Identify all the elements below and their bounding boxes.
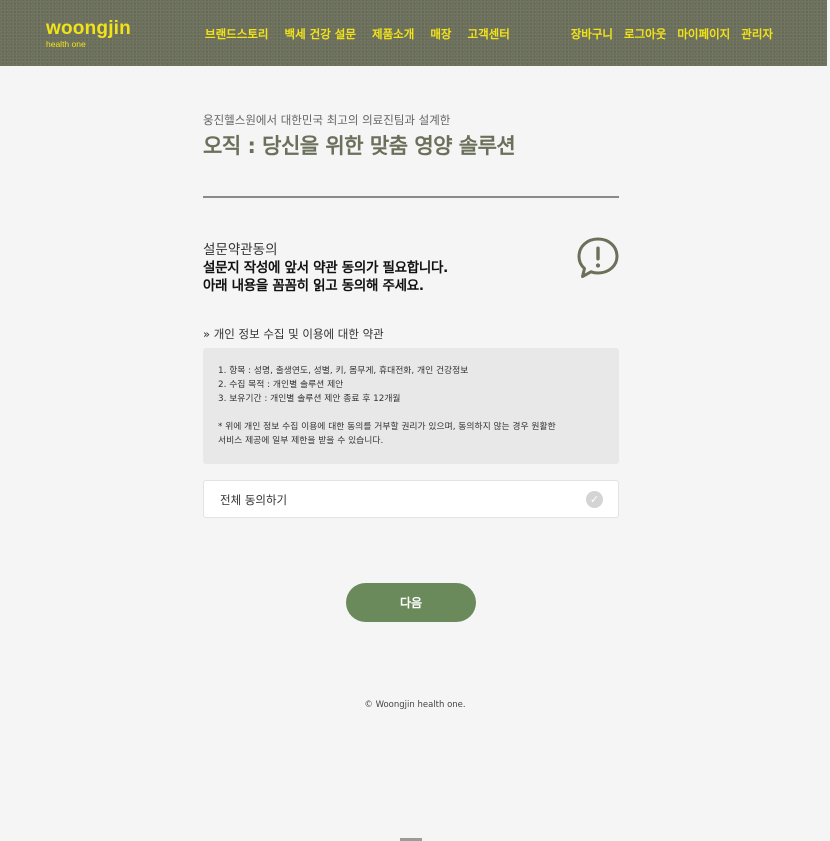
hero-eyebrow: 웅진헬스원에서 대한민국 최고의 의료진팀과 설계한	[203, 113, 451, 127]
check-circle-icon[interactable]: ✓	[586, 491, 603, 508]
nav-cart[interactable]: 장바구니	[571, 26, 613, 42]
terms-note: * 위에 개인 정보 수집 이용에 대한 동의를 거부할 권리가 있으며, 동의…	[218, 422, 556, 432]
logo-wordmark: woongjin	[46, 18, 131, 39]
nav-mypage[interactable]: 마이페이지	[677, 26, 730, 42]
user-nav: 장바구니 로그아웃 마이페이지 관리자	[560, 26, 773, 42]
terms-item: 1. 항목 : 성명, 출생연도, 성별, 키, 몸무게, 휴대전화, 개인 건…	[218, 366, 469, 376]
nav-brand-story[interactable]: 브랜드스토리	[205, 26, 268, 42]
title-divider	[203, 196, 619, 198]
logo-tagline: health one	[46, 39, 86, 49]
consent-instruction-line-1: 설문지 작성에 앞서 약관 동의가 필요합니다.	[203, 260, 448, 276]
nav-stores[interactable]: 매장	[430, 26, 451, 42]
agree-all-label: 전체 동의하기	[220, 493, 288, 507]
nav-health-survey[interactable]: 백세 건강 설문	[284, 26, 356, 42]
top-navigation-bar: woongjin health one 브랜드스토리 백세 건강 설문 제품소개…	[0, 0, 827, 66]
terms-note: 서비스 제공에 일부 제한을 받을 수 있습니다.	[218, 436, 384, 446]
terms-item: 2. 수집 목적 : 개인별 솔루션 제안	[218, 380, 344, 390]
next-button[interactable]: 다음	[346, 583, 476, 622]
nav-admin[interactable]: 관리자	[741, 26, 773, 42]
nav-logout[interactable]: 로그아웃	[624, 26, 666, 42]
consent-instruction-line-2: 아래 내용을 꼼꼼히 읽고 동의해 주세요.	[203, 278, 424, 294]
agree-all-row[interactable]: 전체 동의하기 ✓	[203, 480, 619, 518]
nav-customer-center[interactable]: 고객센터	[467, 26, 509, 42]
consent-section-title: 설문약관동의	[203, 242, 278, 258]
main-nav: 브랜드스토리 백세 건강 설문 제품소개 매장 고객센터	[205, 26, 526, 42]
footer-copyright: © Woongjin health one.	[364, 700, 466, 710]
terms-content-box: 1. 항목 : 성명, 출생연도, 성별, 키, 몸무게, 휴대전화, 개인 건…	[203, 348, 619, 464]
page-title: 오직 : 당신을 위한 맞춤 영양 솔루션	[203, 134, 516, 158]
nav-products[interactable]: 제품소개	[372, 26, 414, 42]
terms-heading: » 개인 정보 수집 및 이용에 대한 약관	[203, 327, 384, 341]
terms-item: 3. 보유기간 : 개인별 솔루션 제안 종료 후 12개월	[218, 394, 401, 404]
brand-logo[interactable]: woongjin health one	[46, 19, 131, 49]
alert-speech-icon	[577, 237, 619, 278]
